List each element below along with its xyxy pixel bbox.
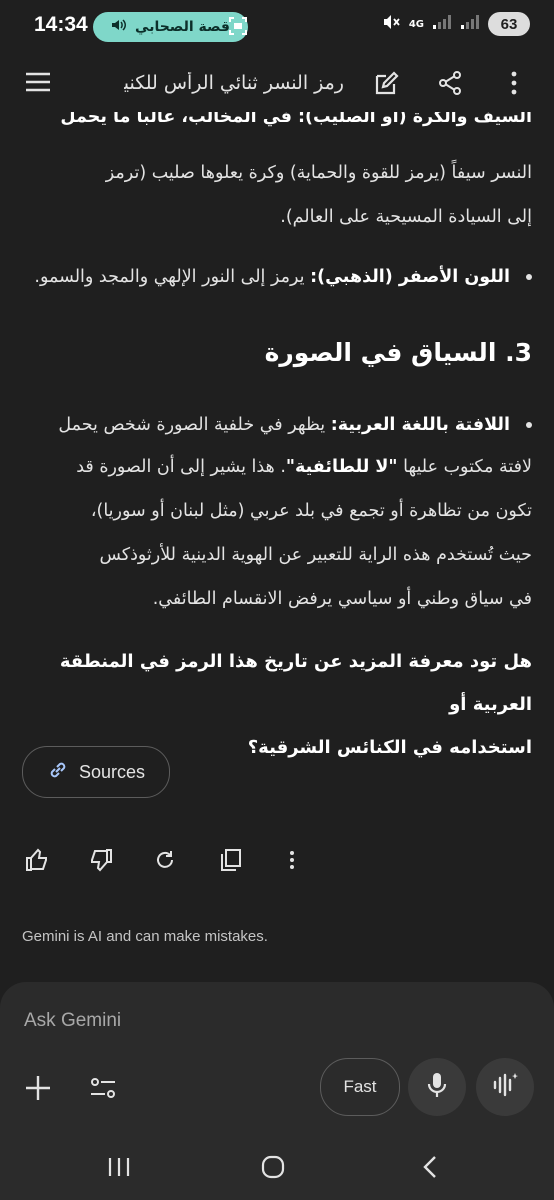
menu-icon[interactable] — [22, 68, 54, 96]
system-nav-bar — [0, 1122, 554, 1200]
tools-icon[interactable] — [88, 1074, 118, 1102]
speaker-icon — [111, 18, 127, 36]
disclaimer: Gemini is AI and can make mistakes. — [22, 928, 268, 945]
signal-icon-2 — [460, 14, 480, 34]
mode-fast-button[interactable]: Fast — [320, 1058, 400, 1116]
more-options-icon[interactable] — [284, 847, 300, 873]
sources-button[interactable]: Sources — [22, 746, 170, 798]
thumbs-up-icon[interactable] — [24, 847, 50, 873]
copy-icon[interactable] — [218, 847, 244, 873]
bullet-banner: اللافتة باللغة العربية: يظهر في خلفية ال… — [58, 415, 510, 435]
status-time: 14:34 — [34, 13, 88, 36]
bullet-banner-line: حيث تُستخدم هذه الراية للتعبير عن الهوية… — [99, 545, 532, 565]
edit-icon[interactable] — [372, 68, 402, 98]
ask-input[interactable]: Ask Gemini — [24, 1010, 121, 1032]
sources-label: Sources — [78, 761, 146, 782]
bullet-banner-line: في سياق وطني أو سياسي يرفض الانقسام الطا… — [152, 589, 532, 609]
media-pill-label: قصة الصحابي — [135, 19, 230, 35]
paragraph-line: النسر سيفاً (يرمز للقوة والحماية) وكرة ي… — [105, 163, 532, 183]
paragraph-line: إلى السيادة المسيحية على العالم). — [280, 207, 532, 227]
mute-icon — [383, 14, 401, 34]
media-pill[interactable]: قصة الصحابي — [93, 12, 248, 42]
regenerate-icon[interactable] — [152, 847, 178, 873]
bullet-banner-line: تكون من تظاهرة أو تجمع في بلد عربي (مثل … — [90, 501, 532, 521]
mic-icon — [427, 1071, 447, 1103]
home-icon[interactable] — [258, 1154, 288, 1180]
app-bar: رمز النسر ثنائي الرأس للكنيسة ا... — [0, 54, 554, 112]
recents-icon[interactable] — [104, 1154, 134, 1180]
bullet-banner-line: لافتة مكتوب عليها "لا للطائفية". هذا يشي… — [76, 457, 532, 477]
input-panel: Ask Gemini Fast — [0, 982, 554, 1122]
live-waveform-icon — [491, 1071, 519, 1103]
status-icons: 4G 63 — [383, 12, 530, 36]
more-vert-icon[interactable] — [504, 68, 524, 98]
partial-line: السيف والكرة (أو الصليب): في المخالب، غا… — [60, 112, 532, 127]
bullet-dot — [526, 274, 532, 280]
link-icon — [47, 759, 69, 786]
mic-button[interactable] — [408, 1058, 466, 1116]
share-icon[interactable] — [435, 68, 465, 98]
status-bar: 14:34 قصة الصحابي 4G 63 — [0, 0, 554, 54]
question-line: هل تود معرفة المزيد عن تاريخ هذا الرمز ف… — [59, 651, 532, 715]
back-icon[interactable] — [418, 1154, 442, 1180]
thumbs-down-icon[interactable] — [88, 847, 114, 873]
screen-record-icon — [228, 16, 248, 38]
live-button[interactable] — [476, 1058, 534, 1116]
bullet-dot — [526, 422, 532, 428]
add-icon[interactable] — [24, 1074, 52, 1102]
battery-indicator: 63 — [488, 12, 530, 36]
bullet-gold: اللون الأصفر (الذهبي): يرمز إلى النور ال… — [34, 267, 510, 287]
signal-icon — [432, 14, 452, 34]
chat-content: السيف والكرة (أو الصليب): في المخالب، غا… — [0, 112, 554, 982]
network-label: 4G — [408, 18, 424, 30]
section-heading: 3. السياق في الصورة — [264, 338, 532, 367]
conversation-title[interactable]: رمز النسر ثنائي الرأس للكنيسة ا... — [124, 72, 344, 94]
